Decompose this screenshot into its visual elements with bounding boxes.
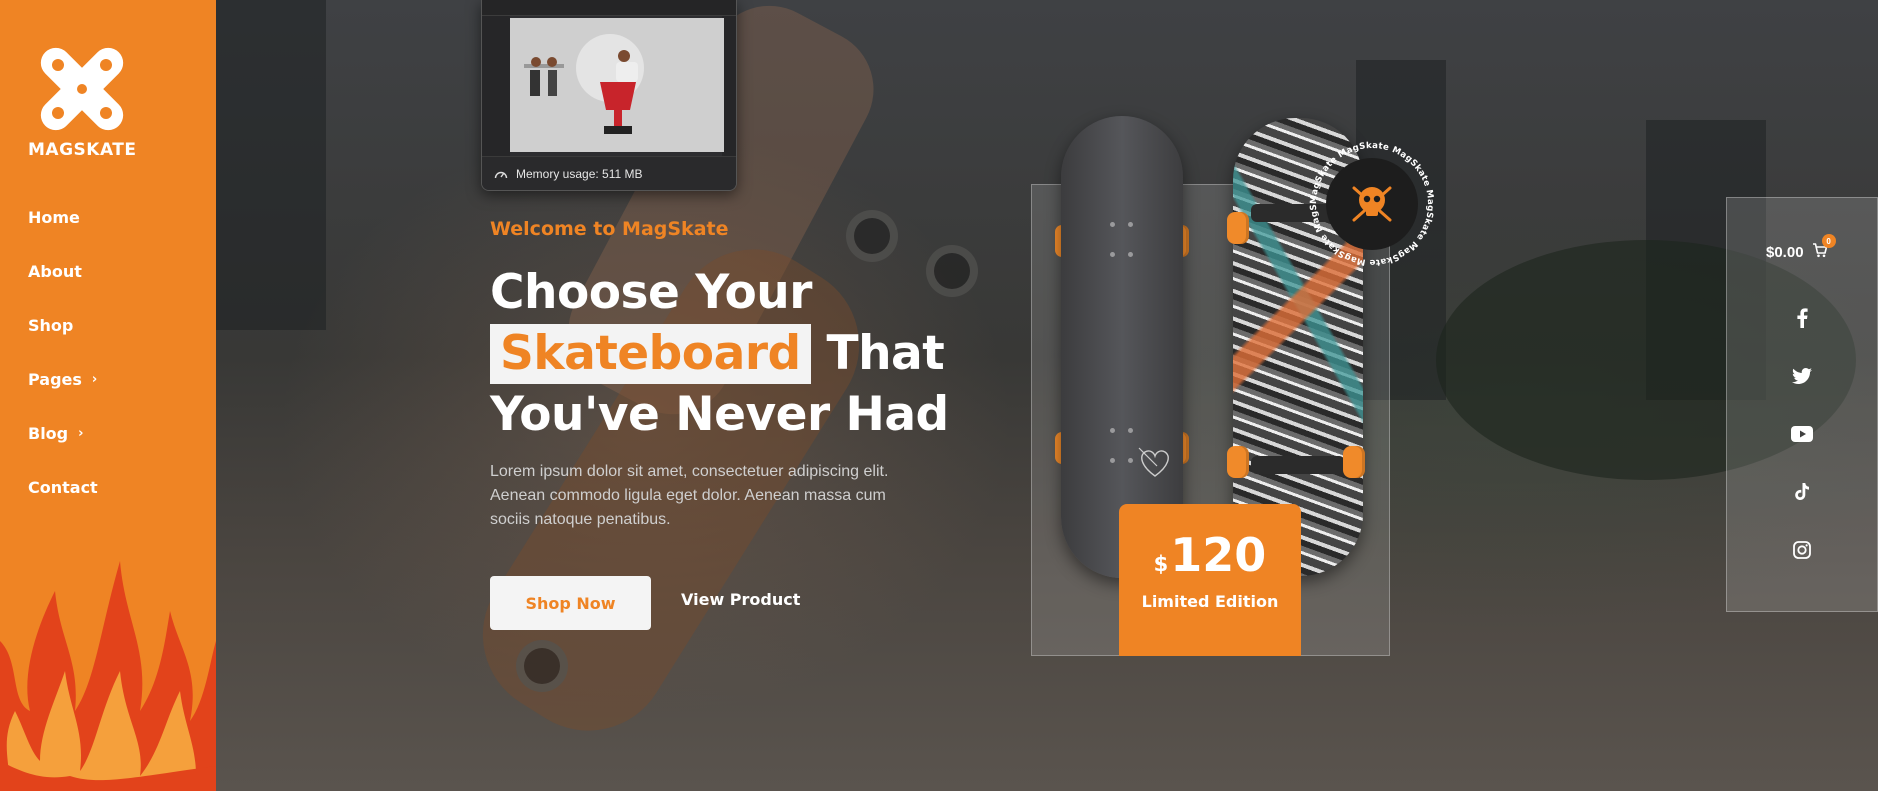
nav-label: Home	[28, 207, 80, 227]
nav-label: Shop	[28, 315, 74, 335]
cart-count-badge: 0	[1821, 234, 1836, 248]
nav-label: Blog	[28, 423, 69, 443]
facebook-icon[interactable]	[1789, 305, 1815, 331]
nav-item-about[interactable]: About	[28, 244, 98, 298]
nav-item-contact[interactable]: Contact	[28, 460, 98, 514]
board-wheel	[1343, 446, 1365, 478]
flames-decoration	[0, 561, 216, 791]
background-wheel	[516, 640, 568, 692]
board-bolt	[1128, 252, 1133, 257]
currency-symbol: $	[1153, 552, 1169, 576]
view-product-link[interactable]: View Product	[681, 590, 800, 609]
headline-line-3: You've Never Had	[490, 387, 949, 442]
nav-label: About	[28, 261, 82, 281]
right-utility-panel: $0.00 0	[1726, 197, 1878, 612]
price-amount: 120	[1170, 528, 1267, 582]
background-building	[216, 0, 326, 330]
hero-headline: Choose Your Skateboard That You've Never…	[490, 262, 950, 445]
youtube-icon[interactable]	[1789, 421, 1815, 447]
twitter-icon[interactable]	[1789, 363, 1815, 389]
rotating-brand-badge: MagSkate MagSkate MagSkate MagSkate MagS…	[1308, 140, 1435, 267]
board-bolt	[1110, 458, 1115, 463]
editor-left-panel	[482, 16, 510, 156]
heart-doodle-icon	[1138, 447, 1169, 477]
nav-item-shop[interactable]: Shop	[28, 298, 98, 352]
board-wheel	[1227, 212, 1249, 244]
cart-icon: 0	[1812, 234, 1836, 262]
cart-total: $0.00	[1766, 243, 1804, 261]
nav-item-home[interactable]: Home	[28, 190, 98, 244]
instagram-icon[interactable]	[1789, 537, 1815, 563]
main-nav: Home About Shop Pages › Blog › Contact	[28, 190, 98, 514]
headline-line-2: That	[826, 326, 945, 381]
tiktok-icon[interactable]	[1789, 479, 1815, 505]
editor-canvas	[510, 18, 724, 152]
shop-now-button[interactable]: Shop Now	[490, 576, 651, 630]
nav-label: Pages	[28, 369, 82, 389]
hero-eyebrow: Welcome to MagSkate	[490, 218, 729, 240]
editor-preview-panel: Memory usage: 511 MB	[481, 0, 737, 191]
board-bolt	[1110, 222, 1115, 227]
brand-logo[interactable]: MAGSKATE	[28, 44, 138, 160]
chevron-right-icon: ›	[78, 425, 84, 441]
memory-status-bar: Memory usage: 511 MB	[482, 156, 736, 190]
sidebar: MAGSKATE Home About Shop Pages › Blog › Co…	[0, 0, 216, 791]
board-bolt	[1110, 428, 1115, 433]
board-bolt	[1128, 428, 1133, 433]
board-truck	[1251, 456, 1345, 474]
cart-button[interactable]: $0.00 0	[1766, 234, 1836, 262]
price-card: $ 120 Limited Edition	[1119, 504, 1301, 656]
board-bolt	[1128, 458, 1133, 463]
background-wheel	[846, 210, 898, 262]
board-bolt	[1128, 222, 1133, 227]
price-value: $ 120	[1119, 532, 1301, 578]
editor-toolbar	[482, 0, 736, 16]
headline-highlight: Skateboard	[490, 324, 811, 384]
price-label: Limited Edition	[1141, 592, 1279, 611]
trophy-illustration	[524, 34, 644, 134]
hero-description: Lorem ipsum dolor sit amet, consectetuer…	[490, 463, 889, 528]
nav-item-pages[interactable]: Pages ›	[28, 352, 98, 406]
chevron-right-icon: ›	[91, 371, 98, 387]
board-bolt	[1110, 252, 1115, 257]
nav-item-blog[interactable]: Blog ›	[28, 406, 98, 460]
gauge-icon	[494, 171, 508, 178]
crossed-skateboards-icon	[40, 47, 124, 131]
memory-usage-label: Memory usage: 511 MB	[516, 166, 643, 181]
brand-name: MAGSKATE	[28, 140, 137, 160]
headline-line-1: Choose Your	[490, 265, 812, 320]
editor-right-panel	[722, 16, 736, 156]
board-wheel	[1227, 446, 1249, 478]
nav-label: Contact	[28, 477, 98, 497]
